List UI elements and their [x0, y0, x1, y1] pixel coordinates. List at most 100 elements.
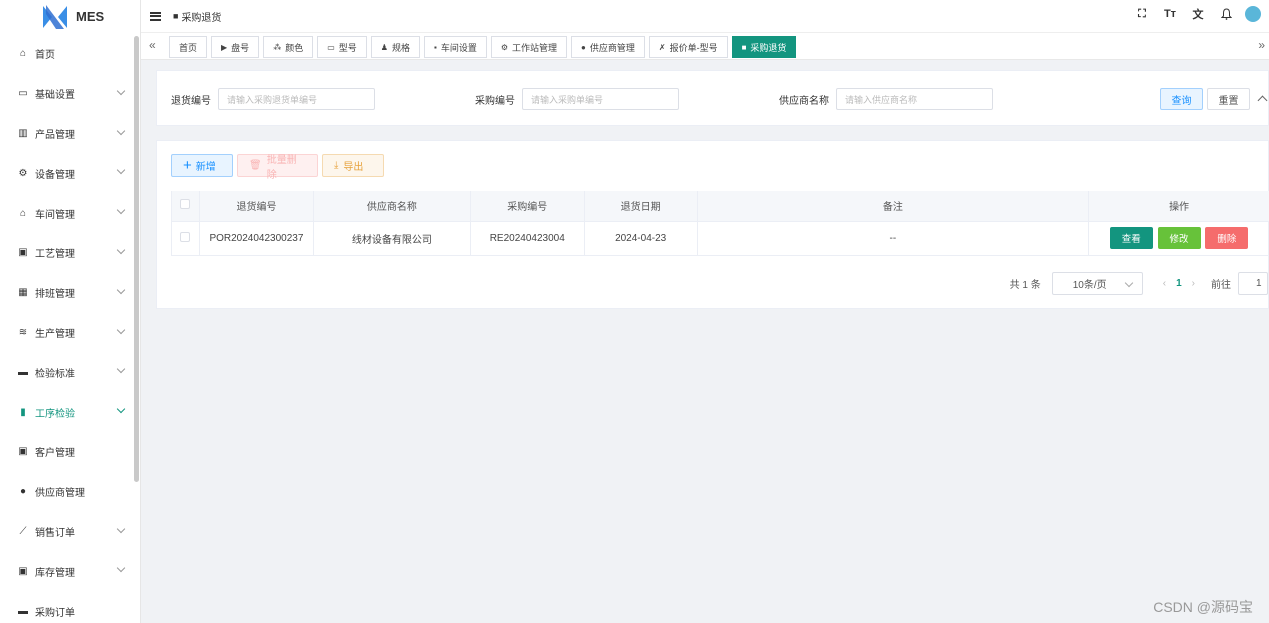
tab-label: 盘号 [231, 42, 250, 53]
return-no-label: 退货编号 [171, 95, 211, 107]
page-size-select[interactable]: 10条/页 [1051, 272, 1143, 295]
tab-4[interactable]: ♟ 规格 [370, 36, 420, 58]
watermark: CSDN @源码宝 [1153, 599, 1253, 615]
tab-icon: ▪ [433, 42, 437, 52]
chevron-down-icon [116, 166, 126, 175]
purchase-no-input[interactable]: 请输入采购单编号 [522, 88, 679, 110]
download-icon: ⤓ [334, 160, 339, 171]
tab-7[interactable]: ● 供应商管理 [571, 36, 645, 58]
cell-remark: -- [697, 221, 1090, 256]
tags-view: « 首页 ▶ 盘号 ⁂ 颜色 ▭ 型号 ♟ 规格 ▪ 车间设置 ⚙ 工作站管理 ● 供应商管理 ✗ 报价单-型号… [141, 33, 1269, 60]
tab-icon: ● [581, 42, 586, 52]
tab-icon: ■ [741, 42, 747, 52]
tags-scroll-right-icon[interactable]: » [1258, 38, 1265, 52]
col-return-date: 退货日期 [584, 191, 698, 222]
contact-icon: ▣ [18, 446, 28, 458]
sidebar-item-label: 客户管理 [35, 448, 75, 460]
sidebar-item[interactable]: ≋ 生产管理 [0, 313, 134, 353]
sidebar-item[interactable]: ▬ 采购订单 [0, 591, 134, 623]
col-supplier: 供应商名称 [313, 191, 471, 222]
logo[interactable]: MES [0, 0, 140, 33]
sidebar-item-label: 供应商管理 [35, 488, 85, 500]
chevron-down-icon [116, 564, 126, 573]
tab-2[interactable]: ⁂ 颜色 [263, 36, 314, 58]
translate-icon[interactable]: 文 [1191, 6, 1205, 22]
chevron-down-icon [116, 404, 126, 414]
sidebar-item[interactable]: ▣ 库存管理 [0, 551, 134, 591]
sidebar-item-label: 生产管理 [35, 328, 75, 340]
table-row[interactable]: POR2024042300237 线材设备有限公司 RE20240423004 … [171, 221, 1269, 256]
tab-icon: ⁂ [273, 42, 282, 52]
bar-chart-icon: ▥ [18, 127, 28, 139]
page-number-current[interactable]: 1 [1176, 278, 1182, 289]
sidebar-item[interactable]: ⟋ 销售订单 [0, 512, 134, 552]
view-button[interactable]: 查看 [1109, 227, 1153, 249]
tab-3[interactable]: ▭ 型号 [317, 36, 367, 58]
sidebar-item[interactable]: ⌂ 车间管理 [0, 193, 134, 233]
bell-icon[interactable] [1219, 6, 1233, 22]
sidebar-item-label: 采购订单 [35, 607, 75, 619]
chevron-down-icon [116, 205, 126, 215]
batch-delete-label: 批量删除 [266, 154, 297, 181]
tab-label: 供应商管理 [589, 42, 635, 53]
tab-1[interactable]: ▶ 盘号 [211, 36, 260, 58]
fullscreen-icon[interactable]: ⛶ [1135, 6, 1149, 22]
sidebar-item[interactable]: ▦ 排班管理 [0, 273, 134, 313]
cell-return-no: POR2024042300237 [199, 221, 314, 256]
tab-5[interactable]: ▪ 车间设置 [423, 36, 487, 58]
box-icon: ▣ [18, 565, 28, 577]
tab-6[interactable]: ⚙ 工作站管理 [490, 36, 568, 58]
sidebar-item-label: 检验标准 [35, 368, 75, 380]
tab-8[interactable]: ✗ 报价单-型号 [648, 36, 728, 58]
avatar[interactable] [1245, 6, 1261, 22]
return-no-input[interactable]: 请输入采购退货单编号 [218, 88, 375, 110]
cell-return-date: 2024-04-23 [584, 221, 698, 256]
chevron-down-icon [116, 524, 126, 533]
select-all-checkbox[interactable] [171, 191, 200, 222]
chevron-down-icon [116, 285, 126, 295]
tab-0[interactable]: 首页 [169, 36, 208, 58]
logo-icon [43, 4, 67, 29]
sidebar-item[interactable]: ▬ 检验标准 [0, 352, 134, 392]
font-size-icon[interactable]: Tт [1163, 6, 1177, 22]
menu-toggle-icon[interactable] [150, 11, 161, 21]
chevron-down-icon [116, 325, 126, 334]
row-checkbox[interactable] [171, 221, 200, 256]
tab-label: 工作站管理 [512, 42, 558, 53]
batch-delete-button[interactable]: 🗑 批量删除 [237, 154, 318, 181]
col-purchase-no: 采购编号 [470, 191, 585, 222]
sidebar-menu: ⌂ 首页 ▭ 基础设置 ▥ 产品管理 ⚙ 设备管理 ⌂ 车间管理 ▣ 工艺管理 ▦ 排班管理 ≋ 生产管理 ▬ 检… [0, 34, 134, 623]
prev-page-icon[interactable]: ‹ [1163, 278, 1166, 289]
query-button[interactable]: 查询 [1160, 88, 1203, 110]
sidebar: MES ⌂ 首页 ▭ 基础设置 ▥ 产品管理 ⚙ 设备管理 ⌂ 车间管理 ▣ 工艺管理 ▦ 排班管理 ≋ 生产… [0, 0, 141, 623]
collapse-icon[interactable] [1257, 95, 1268, 106]
delete-button[interactable]: 删除 [1205, 227, 1249, 249]
goto-page-input[interactable]: 1 [1238, 272, 1268, 295]
sidebar-item[interactable]: ▣ 客户管理 [0, 432, 134, 472]
export-button[interactable]: ⤓ 导出 [322, 154, 384, 177]
sidebar-item[interactable]: ⚙ 设备管理 [0, 153, 134, 193]
book-icon: ▮ [20, 406, 26, 418]
sidebar-item-label: 基础设置 [35, 90, 75, 102]
sidebar-item[interactable]: ⌂ 首页 [0, 34, 134, 74]
sidebar-item[interactable]: ▣ 工艺管理 [0, 233, 134, 273]
edit-button[interactable]: 修改 [1157, 227, 1201, 249]
sidebar-scrollbar[interactable] [134, 36, 139, 482]
sidebar-item-label: 设备管理 [35, 169, 75, 181]
sidebar-item[interactable]: ▭ 基础设置 [0, 74, 134, 114]
chart-line-icon: ⟋ [19, 525, 27, 537]
tags-scroll-left-icon[interactable]: « [149, 38, 156, 52]
purchase-no-label: 采购编号 [475, 95, 515, 107]
sidebar-item-label: 首页 [35, 50, 55, 62]
next-page-icon[interactable]: › [1192, 278, 1195, 289]
tab-label: 颜色 [285, 42, 304, 53]
reset-button[interactable]: 重置 [1207, 88, 1250, 110]
sidebar-item[interactable]: ▥ 产品管理 [0, 114, 134, 154]
chevron-down-icon [116, 126, 126, 135]
add-button[interactable]: + 新增 [171, 154, 233, 177]
tab-9[interactable]: ■ 采购退货 [731, 36, 797, 58]
truck-icon: ■ [173, 11, 179, 21]
sidebar-item[interactable]: ▮ 工序检验 [0, 392, 134, 432]
supplier-name-input[interactable]: 请输入供应商名称 [836, 88, 993, 110]
sidebar-item[interactable]: ● 供应商管理 [0, 472, 134, 512]
